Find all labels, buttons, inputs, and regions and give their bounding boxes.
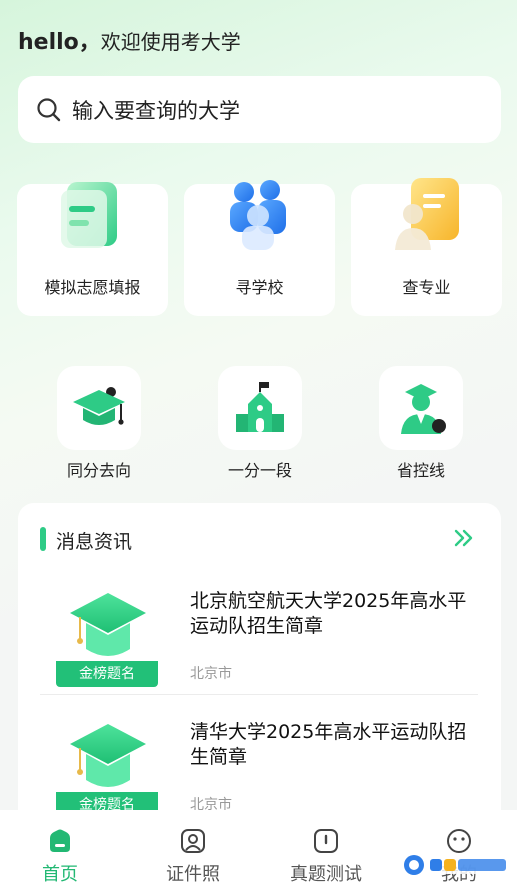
quick-link-label: 一分一段	[227, 461, 292, 480]
feature-card-label: 模拟志愿填报	[44, 278, 141, 297]
news-title-bar	[40, 527, 46, 551]
quick-link-score-segment[interactable]	[218, 366, 302, 450]
tab-label: 真题测试	[290, 864, 362, 885]
quick-link-control-line[interactable]	[379, 366, 463, 450]
quick-link-same-score[interactable]	[57, 366, 141, 450]
document-icon	[61, 182, 117, 248]
tab-label: 证件照	[166, 864, 220, 885]
id-photo-icon	[181, 829, 205, 853]
news-thumbnail: 金榜题名	[56, 718, 158, 818]
tab-exam[interactable]: 真题测试	[276, 810, 376, 888]
news-panel: 消息资讯 金榜题名 北京航空航天大学2025年高水平运动队招生简章 北京市 金榜…	[18, 503, 501, 843]
news-title: 消息资讯	[56, 531, 133, 553]
feature-card-label: 查专业	[402, 278, 451, 297]
quick-link-label: 同分去向	[66, 461, 131, 480]
school-people-icon	[230, 180, 286, 250]
tab-label: 首页	[42, 864, 78, 885]
home-icon	[50, 829, 70, 852]
school-building-icon	[236, 382, 284, 432]
tab-home[interactable]: 首页	[10, 810, 110, 888]
feature-cards: 模拟志愿填报 寻学校 查专业	[17, 178, 503, 316]
tab-id-photo[interactable]: 证件照	[143, 810, 243, 888]
greeting-subtitle: 欢迎使用考大学	[100, 30, 241, 54]
news-item-title: 清华大学2025年高水平运动队招生简章	[190, 721, 467, 768]
feature-card-label: 寻学校	[235, 278, 284, 297]
major-person-icon	[395, 178, 459, 250]
double-chevron-right-icon[interactable]	[453, 525, 475, 551]
greeting: hello，欢迎使用考大学	[18, 24, 241, 56]
news-item[interactable]: 金榜题名 北京航空航天大学2025年高水平运动队招生简章 北京市	[40, 579, 480, 709]
news-item-location: 北京市	[190, 666, 232, 682]
greeting-hello: hello，	[18, 30, 101, 55]
news-thumbnail: 金榜题名	[56, 587, 158, 687]
graduate-person-icon	[401, 384, 446, 434]
quick-link-label: 省控线	[396, 461, 445, 480]
feature-card-volunteer[interactable]: 模拟志愿填报	[17, 182, 168, 316]
news-badge: 金榜题名	[56, 661, 158, 687]
news-divider	[40, 694, 478, 695]
news-item-title: 北京航空航天大学2025年高水平运动队招生简章	[190, 590, 467, 637]
search-input[interactable]: 输入要查询的大学	[18, 76, 501, 143]
exam-icon	[314, 829, 338, 853]
graduation-cap-icon	[70, 593, 146, 656]
feature-card-major[interactable]: 查专业	[351, 178, 502, 316]
search-placeholder: 输入要查询的大学	[72, 98, 240, 123]
search-icon	[37, 97, 61, 121]
watermark-logo	[404, 855, 508, 875]
graduation-cap-icon	[70, 724, 146, 787]
graduation-cap-icon	[73, 387, 125, 425]
feature-card-school[interactable]: 寻学校	[184, 180, 335, 316]
